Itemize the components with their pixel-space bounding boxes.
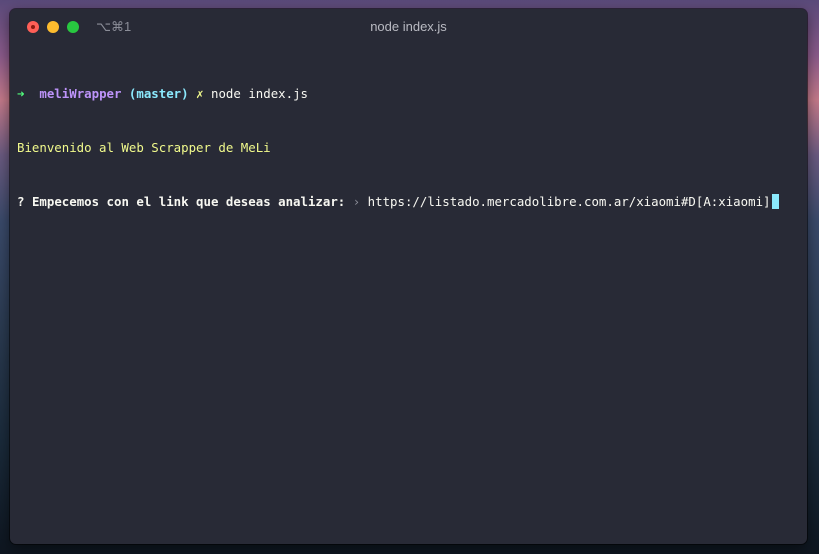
pointer-icon: › (352, 194, 361, 209)
answer-input[interactable]: https://listado.mercadolibre.com.ar/xiao… (368, 194, 771, 209)
question-text: Empecemos con el link que deseas analiza… (31, 194, 346, 209)
prompt-git-branch: (master) (128, 86, 189, 101)
prompt-directory: meliWrapper (39, 86, 122, 101)
welcome-message: Bienvenido al Web Scrapper de MeLi (17, 140, 271, 155)
title-bar: ⌥⌘1 node index.js (10, 9, 807, 45)
prompt-command: node index.js (211, 86, 308, 101)
text-cursor (771, 194, 779, 209)
prompt-arrow-icon: ➜ (17, 86, 25, 101)
window-title: node index.js (370, 19, 447, 34)
question-line: ? Empecemos con el link que deseas anali… (17, 193, 801, 211)
terminal-output[interactable]: ➜ meliWrapper (master) ✗ node index.js B… (17, 49, 801, 247)
terminal-window: ⌥⌘1 node index.js ➜ meliWrapper (master)… (10, 9, 807, 544)
prompt-git-status-icon: ✗ (196, 86, 204, 101)
question-marker: ? (17, 194, 25, 209)
prompt-line: ➜ meliWrapper (master) ✗ node index.js (17, 85, 801, 103)
